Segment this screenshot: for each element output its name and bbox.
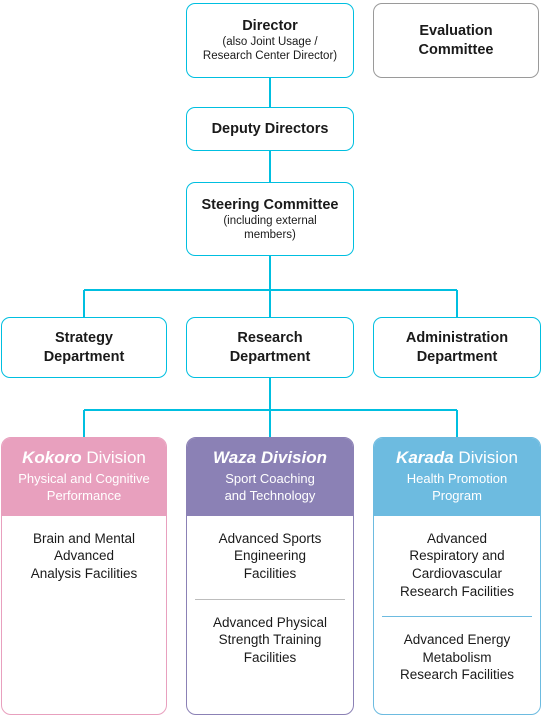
division-tagline-waza: Sport Coaching and Technology — [224, 471, 316, 503]
director-subtitle: (also Joint Usage / Research Center Direc… — [202, 36, 338, 63]
steering-committee-subtitle: (including external members) — [223, 214, 317, 241]
strategy-department-title: Strategy Department — [43, 330, 125, 365]
node-director: Director (also Joint Usage / Research Cen… — [186, 3, 354, 78]
node-strategy-department: Strategy Department — [1, 317, 167, 378]
facility-item: Advanced Physical Strength Training Facili… — [195, 598, 345, 683]
division-body-waza: Advanced Sports Engineering Facilities Adv… — [187, 516, 353, 714]
division-header-waza: Waza Division Sport Coaching and Technolo… — [187, 438, 353, 516]
facility-item: Advanced Respiratory and Cardiovascular Res… — [399, 530, 515, 599]
division-tagline-karada: Health Promotion Program — [406, 471, 508, 503]
steering-committee-title: Steering Committee — [201, 196, 339, 213]
deputy-directors-title: Deputy Directors — [211, 120, 329, 137]
division-tagline-kokoro: Physical and Cognitive Performance — [18, 471, 150, 503]
evaluation-committee-title: Evaluation Committee — [418, 23, 494, 58]
node-administration-department: Administration Department — [373, 317, 541, 378]
division-header-kokoro: Kokoro Division Physical and Cognitive Pe… — [2, 438, 166, 516]
node-research-department: Research Department — [186, 317, 354, 378]
organization-chart: Director (also Joint Usage / Research Cen… — [0, 0, 542, 716]
division-card-kokoro: Kokoro Division Physical and Cognitive Pe… — [1, 437, 167, 715]
division-header-karada: Karada Division Health Promotion Program — [374, 438, 540, 516]
node-steering-committee: Steering Committee (including external me… — [186, 182, 354, 256]
facility-item: Brain and Mental Advanced Analysis Facilit… — [30, 530, 138, 581]
administration-department-title: Administration Department — [405, 330, 509, 365]
division-body-kokoro: Brain and Mental Advanced Analysis Facilit… — [2, 516, 166, 714]
division-name-karada: Karada Division — [382, 448, 532, 468]
director-title: Director — [242, 18, 298, 35]
facility-item: Advanced Sports Engineering Facilities — [218, 530, 322, 581]
division-name-kokoro: Kokoro Division — [10, 448, 158, 468]
facility-item: Advanced Energy Metabolism Research Facili… — [382, 616, 532, 700]
division-name-kokoro-rest: Division — [81, 448, 146, 467]
division-body-karada: Advanced Respiratory and Cardiovascular Res… — [374, 516, 540, 714]
division-name-karada-rest: Division — [453, 448, 518, 467]
division-card-karada: Karada Division Health Promotion Program … — [373, 437, 541, 715]
division-card-waza: Waza Division Sport Coaching and Technolo… — [186, 437, 354, 715]
node-evaluation-committee: Evaluation Committee — [373, 3, 539, 78]
research-department-title: Research Department — [229, 330, 311, 365]
node-deputy-directors: Deputy Directors — [186, 107, 354, 151]
division-name-waza: Waza Division — [213, 448, 327, 467]
division-name-kokoro-italic: Kokoro — [22, 448, 82, 467]
division-name-karada-italic: Karada — [396, 448, 454, 467]
